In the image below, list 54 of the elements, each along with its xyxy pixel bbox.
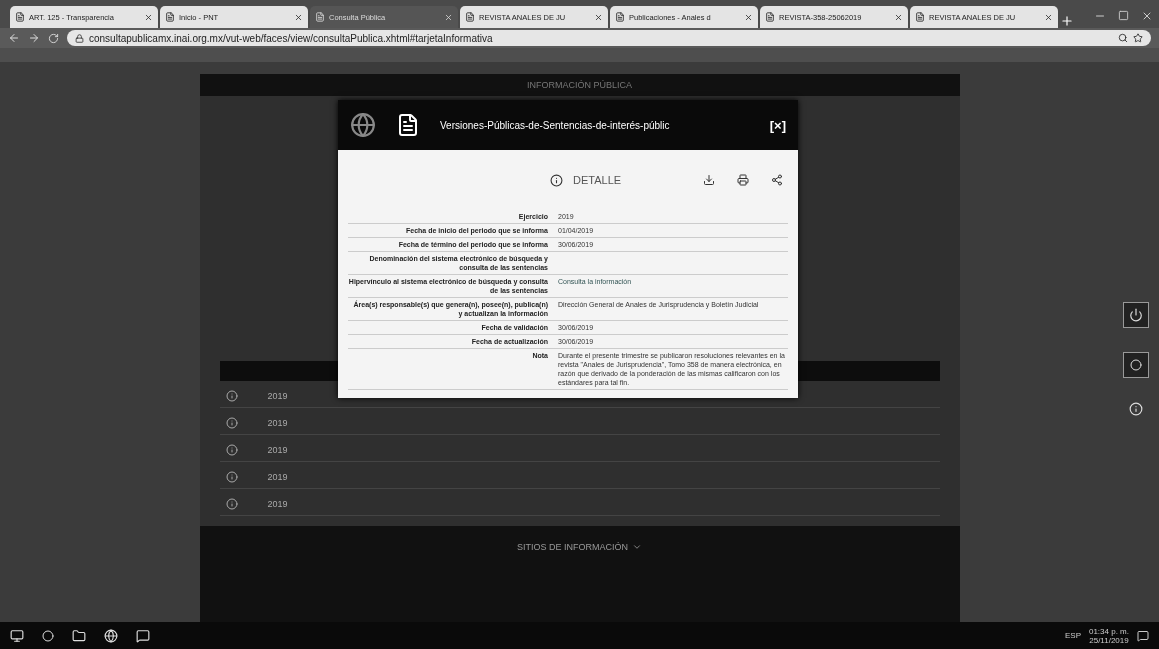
footer-title[interactable]: SITIOS DE INFORMACIÓN xyxy=(517,540,642,554)
close-icon[interactable] xyxy=(444,12,453,22)
info-icon xyxy=(550,173,563,187)
close-icon[interactable] xyxy=(294,12,303,22)
browser-icon[interactable] xyxy=(104,628,118,643)
download-button[interactable] xyxy=(703,174,715,186)
clock-time: 01:34 p. m. xyxy=(1088,626,1129,636)
page-icon xyxy=(465,12,475,22)
info-icon[interactable] xyxy=(225,471,238,483)
share-button[interactable] xyxy=(771,174,783,186)
print-button[interactable] xyxy=(737,174,749,186)
page-icon xyxy=(915,12,925,22)
page-icon xyxy=(765,12,775,22)
close-icon[interactable] xyxy=(1044,12,1053,22)
page-icon xyxy=(165,12,175,22)
info-icon[interactable] xyxy=(225,444,238,456)
close-icon[interactable] xyxy=(144,12,153,22)
close-button[interactable]: [×] xyxy=(769,117,786,133)
info-icon[interactable] xyxy=(225,498,238,510)
table-cell: 2019 xyxy=(267,418,288,428)
lock-icon xyxy=(75,33,84,43)
page-icon xyxy=(615,12,625,22)
table-cell: 2019 xyxy=(267,391,288,401)
power-button[interactable] xyxy=(1123,302,1149,328)
page-icon xyxy=(15,12,25,22)
close-icon[interactable] xyxy=(894,12,903,22)
chevron-icon xyxy=(632,542,642,552)
info-icon[interactable] xyxy=(225,417,238,429)
power-icon xyxy=(1129,308,1143,322)
section-title: DETALLE xyxy=(573,174,623,186)
close-icon[interactable] xyxy=(1141,10,1153,22)
star-icon[interactable] xyxy=(1133,33,1143,43)
dialog-title: Versiones-Públicas-de-Sentencias-de-interés-públic xyxy=(440,119,671,131)
info-icon[interactable] xyxy=(225,390,238,402)
table-cell: 2019 xyxy=(267,499,288,509)
folder-icon[interactable] xyxy=(72,628,86,643)
document-icon xyxy=(396,113,420,137)
new-tab-icon[interactable] xyxy=(1060,14,1074,28)
close-icon[interactable] xyxy=(744,12,753,22)
chat-icon[interactable] xyxy=(136,628,150,643)
table-cell: 2019 xyxy=(267,472,288,482)
clock-date: 25/11/2019 xyxy=(1089,635,1129,645)
back-icon[interactable] xyxy=(8,32,20,44)
forward-icon[interactable] xyxy=(28,32,40,44)
language-indicator[interactable]: ESP xyxy=(1064,631,1081,640)
notification-icon[interactable] xyxy=(1137,629,1149,642)
maximize-icon[interactable] xyxy=(1118,10,1129,21)
page-header: INFORMACIÓN PÚBLICA xyxy=(199,74,960,96)
page-icon xyxy=(315,12,325,22)
circle-icon xyxy=(1130,359,1142,371)
close-icon[interactable] xyxy=(594,12,603,22)
address-bar[interactable]: consultapublicamx.inai.org.mx/vut-web/faces/view/consultaPublica.xhtml#tarjetaInformativa xyxy=(67,30,1151,46)
table-cell: 2019 xyxy=(267,445,288,455)
reload-icon[interactable] xyxy=(48,32,59,44)
